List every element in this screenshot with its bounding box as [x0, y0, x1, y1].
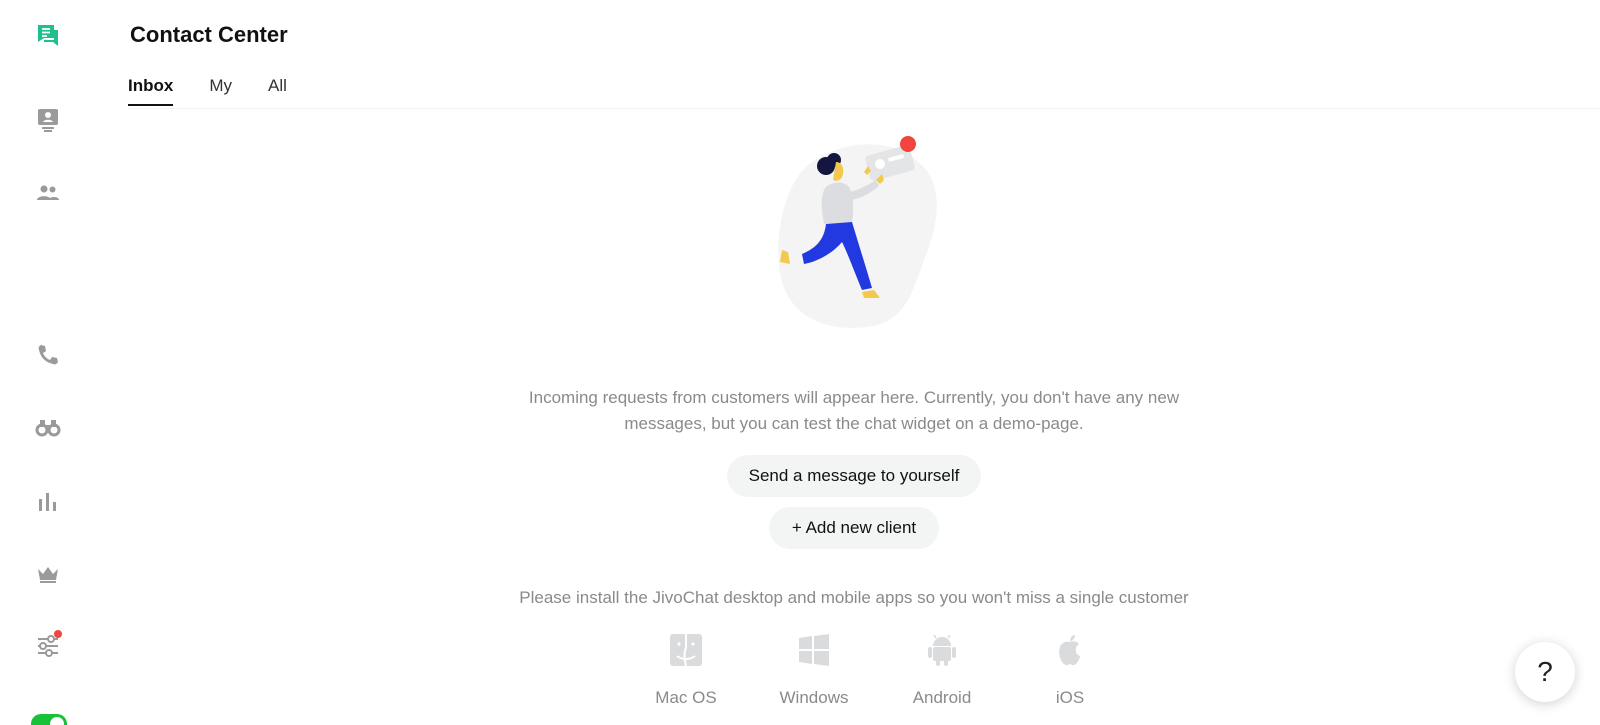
main-content: Incoming requests from customers will ap… — [96, 110, 1600, 725]
contact-card-icon[interactable] — [32, 104, 64, 136]
empty-inbox-illustration — [778, 136, 937, 328]
app-root: Contact Center Inbox My All Incoming req… — [0, 0, 1600, 725]
tabs-divider — [128, 108, 1600, 109]
apple-icon — [1059, 635, 1080, 666]
finder-icon — [670, 634, 702, 667]
app-windows[interactable]: Windows — [754, 632, 874, 708]
android-icon — [928, 634, 956, 666]
status-toggle[interactable] — [31, 714, 67, 725]
tab-my[interactable]: My — [209, 76, 232, 104]
sidebar — [0, 0, 96, 725]
windows-icon — [799, 634, 829, 666]
app-label-android: Android — [912, 688, 972, 707]
tab-inbox[interactable]: Inbox — [128, 76, 174, 106]
chat-icon[interactable] — [32, 20, 64, 52]
notification-badge — [54, 630, 62, 638]
tab-all[interactable]: All — [268, 76, 287, 104]
team-icon[interactable] — [32, 177, 64, 209]
settings-sliders-icon[interactable] — [32, 630, 64, 662]
help-button[interactable]: ? — [1515, 642, 1575, 702]
app-label-windows: Windows — [779, 688, 849, 707]
send-message-button[interactable]: Send a message to yourself — [727, 455, 981, 497]
install-apps-message: Please install the JivoChat desktop and … — [519, 588, 1189, 607]
page-title: Contact Center — [130, 22, 288, 47]
crown-icon[interactable] — [32, 558, 64, 590]
phone-icon[interactable] — [32, 339, 64, 371]
app-macos[interactable]: Mac OS — [626, 632, 746, 708]
add-new-client-button[interactable]: + Add new client — [769, 507, 939, 549]
app-ios[interactable]: iOS — [1010, 632, 1130, 708]
app-label-macos: Mac OS — [655, 688, 717, 707]
binoculars-icon[interactable] — [32, 411, 64, 443]
tab-bar: Inbox My All — [128, 76, 287, 106]
app-android[interactable]: Android — [882, 632, 1002, 708]
app-label-ios: iOS — [1055, 688, 1085, 707]
bar-chart-icon[interactable] — [32, 486, 64, 518]
app-downloads: Mac OS Windows Android iOS — [596, 632, 1156, 725]
empty-state-message: Incoming requests from customers will ap… — [528, 388, 1180, 433]
